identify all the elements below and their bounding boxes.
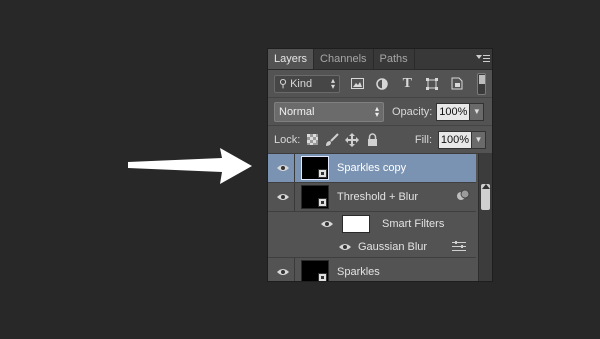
blend-row: Normal ▴ ▾ Opacity: 100% ▼ <box>268 98 492 126</box>
shape-filter-icon[interactable] <box>425 76 440 92</box>
panel-menu-icon[interactable] <box>474 49 492 69</box>
chevron-up-icon <box>482 184 490 189</box>
fill-dropdown-button[interactable]: ▼ <box>472 130 486 149</box>
smart-filters-row[interactable]: Smart Filters <box>268 212 476 236</box>
blend-mode-select[interactable]: Normal ▴ ▾ <box>274 101 384 122</box>
smart-filter-badge-icon[interactable] <box>456 188 470 206</box>
smart-object-badge-icon <box>318 169 327 178</box>
fill-label: Fill: <box>414 133 432 146</box>
panel-tab-bar: Layers Channels Paths <box>268 49 492 70</box>
layers-panel: Layers Channels Paths ⚲ Kind ▴ ▾ T Norma… <box>267 48 493 282</box>
filter-effect-row[interactable]: Gaussian Blur <box>268 236 476 258</box>
layer-list: Sparkles copy Threshold + Blur Smart Fil… <box>268 154 492 281</box>
layer-row[interactable]: Sparkles copy <box>268 154 476 183</box>
image-filter-icon[interactable] <box>350 76 365 92</box>
layer-thumbnail <box>301 185 329 209</box>
blend-mode-label: Normal <box>279 105 315 118</box>
tab-channels[interactable]: Channels <box>314 49 374 69</box>
eye-icon[interactable] <box>334 242 356 252</box>
layer-row[interactable]: Sparkles <box>268 258 476 281</box>
filter-kind-label: Kind <box>290 77 313 90</box>
filter-kind-select[interactable]: ⚲ Kind ▴ ▾ <box>274 74 340 93</box>
layer-name[interactable]: Threshold + Blur <box>337 191 418 203</box>
lock-label: Lock: <box>274 133 301 146</box>
select-arrows-icon: ▴ ▾ <box>330 75 335 91</box>
smart-filters-label: Smart Filters <box>382 218 445 230</box>
filter-mask-thumbnail <box>342 215 370 233</box>
adjustment-filter-icon[interactable] <box>375 76 390 92</box>
blending-options-icon[interactable] <box>452 238 466 256</box>
layer-thumbnail <box>301 260 329 281</box>
smart-object-filter-icon[interactable] <box>450 76 465 92</box>
opacity-label: Opacity: <box>392 105 433 118</box>
divider <box>294 183 295 211</box>
layer-name[interactable]: Sparkles <box>337 266 380 278</box>
tab-layers[interactable]: Layers <box>268 49 315 69</box>
smart-object-badge-icon <box>318 273 327 281</box>
lock-transparent-pixels-icon[interactable] <box>304 132 320 148</box>
search-icon: ⚲ <box>279 78 288 90</box>
layer-filter-row: ⚲ Kind ▴ ▾ T <box>268 70 492 98</box>
layer-scrollbar[interactable] <box>478 154 492 281</box>
chevron-down-icon: ▼ <box>474 135 483 144</box>
brush-icon[interactable] <box>324 132 340 148</box>
opacity-dropdown-button[interactable]: ▼ <box>470 102 485 121</box>
filter-effect-name: Gaussian Blur <box>358 240 428 253</box>
tab-paths[interactable]: Paths <box>374 49 415 69</box>
fill-input[interactable]: 100% <box>438 130 472 149</box>
move-icon[interactable] <box>344 132 360 148</box>
layer-name[interactable]: Sparkles copy <box>337 162 406 174</box>
pointer-arrow-icon <box>128 148 252 184</box>
eye-icon[interactable] <box>316 219 338 229</box>
lock-row: Lock: Fill: 100% ▼ <box>268 126 492 154</box>
divider <box>294 258 295 281</box>
layer-row[interactable]: Threshold + Blur <box>268 183 476 212</box>
chevron-down-icon: ▼ <box>472 107 481 116</box>
eye-icon[interactable] <box>272 192 294 202</box>
layer-thumbnail <box>301 156 329 180</box>
opacity-input[interactable]: 100% <box>436 102 471 121</box>
eye-icon[interactable] <box>272 267 294 277</box>
filter-toggle-switch[interactable] <box>476 72 487 95</box>
lock-icon[interactable] <box>364 132 380 148</box>
type-filter-icon[interactable]: T <box>400 76 415 92</box>
select-arrows-icon: ▴ ▾ <box>374 103 379 119</box>
divider <box>294 154 295 182</box>
smart-object-badge-icon <box>318 198 327 207</box>
eye-icon[interactable] <box>272 163 294 173</box>
